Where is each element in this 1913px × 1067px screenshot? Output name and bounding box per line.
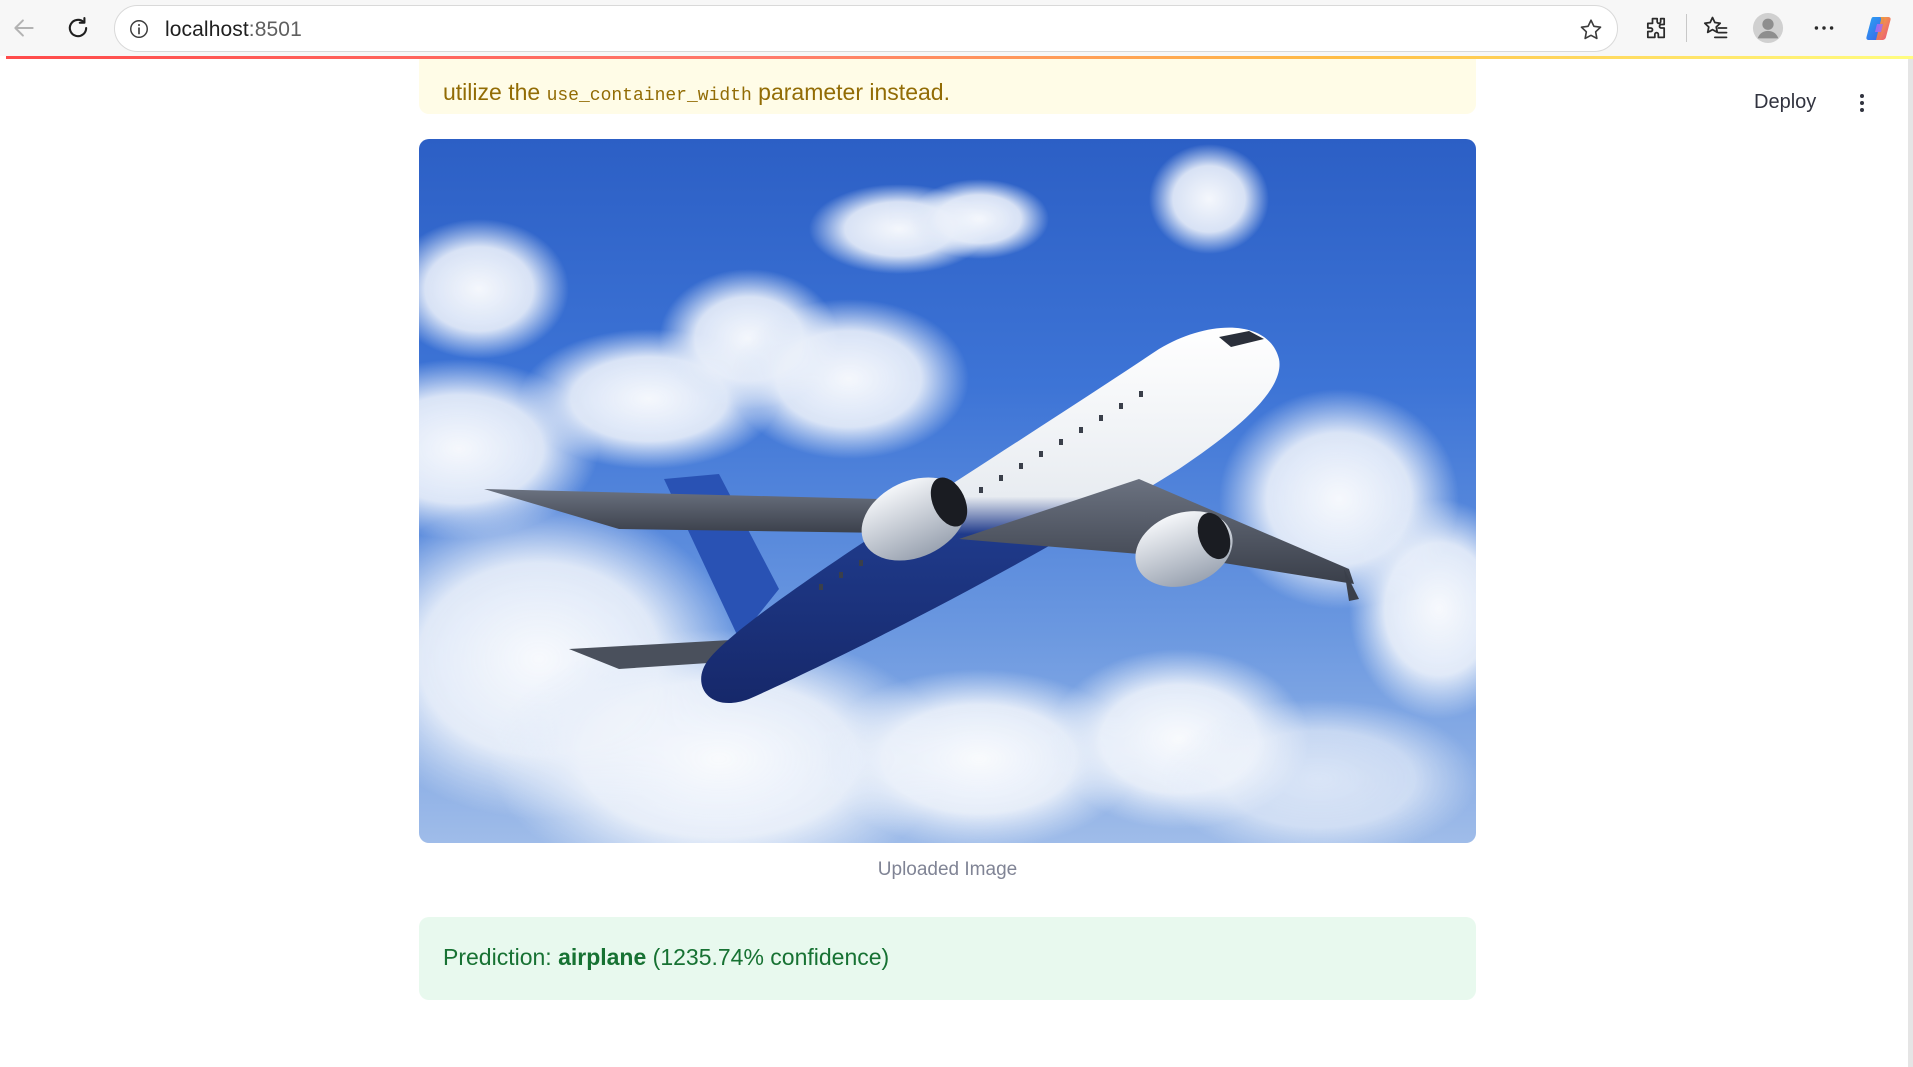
favorites-icon — [1703, 16, 1728, 39]
browser-toolbar: localhost:8501 — [0, 0, 1913, 56]
address-bar[interactable]: localhost:8501 — [114, 5, 1618, 52]
deprecation-warning: utilize the use_container_width paramete… — [419, 59, 1476, 114]
page-scrollbar-track[interactable] — [1908, 59, 1913, 1067]
prediction-prefix: Prediction: — [443, 944, 559, 970]
prediction-alert: Prediction: airplane (1235.74% confidenc… — [419, 917, 1476, 1000]
url-host: localhost — [165, 18, 249, 41]
warning-text: utilize the use_container_width paramete… — [443, 79, 950, 106]
prediction-text: Prediction: airplane (1235.74% confidenc… — [443, 944, 889, 971]
deploy-button[interactable]: Deploy — [1746, 86, 1824, 118]
prediction-label: airplane — [558, 944, 647, 970]
main-menu-button[interactable] — [1845, 86, 1879, 120]
browser-more-button[interactable] — [1808, 12, 1840, 44]
app-page: utilize the use_container_width paramete… — [0, 59, 1913, 1067]
profile-icon — [1752, 12, 1784, 44]
url-text[interactable]: localhost:8501 — [165, 18, 302, 42]
reload-button[interactable] — [60, 10, 96, 46]
copilot-icon — [1866, 17, 1891, 40]
copilot-button[interactable] — [1864, 12, 1896, 44]
back-button[interactable] — [6, 10, 42, 46]
image-caption: Uploaded Image — [877, 859, 1018, 880]
warning-code: use_container_width — [546, 86, 752, 106]
uploaded-image — [419, 139, 1476, 843]
extensions-icon — [1646, 17, 1666, 39]
reload-icon — [68, 17, 88, 38]
back-arrow-icon — [14, 19, 34, 37]
toolbar-divider — [1686, 14, 1687, 42]
extensions-button[interactable] — [1640, 12, 1672, 44]
warning-text-before: utilize the — [443, 79, 547, 105]
favorites-button[interactable] — [1700, 12, 1732, 44]
url-port: :8501 — [248, 18, 302, 41]
info-icon[interactable] — [127, 17, 151, 41]
more-icon — [1814, 26, 1834, 30]
profile-button[interactable] — [1752, 12, 1784, 44]
airplane-photo — [419, 139, 1476, 843]
prediction-confidence: (1235.74% confidence) — [646, 944, 890, 970]
star-icon[interactable] — [1577, 16, 1605, 44]
kebab-menu-icon — [1860, 94, 1864, 112]
warning-text-after: parameter instead. — [751, 79, 950, 105]
